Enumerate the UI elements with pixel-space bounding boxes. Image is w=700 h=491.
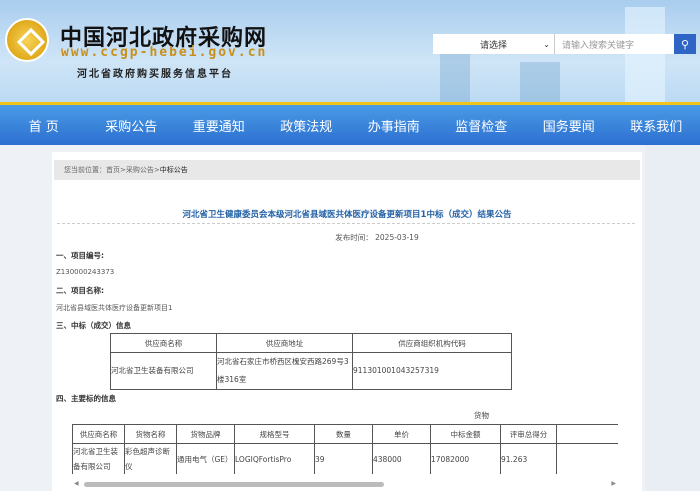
table-cell: 河北省卫生装备有限公司 [72,443,125,474]
nav-home[interactable]: 首 页 [0,105,88,145]
table-row: 河北省卫生装备有限公司 河北省石家庄市桥西区槐安西路269号3楼316室 911… [110,352,512,390]
column-header: 单价 [372,424,431,444]
building-decoration [625,7,665,102]
column-header: 供应商组织机构代码 [352,333,512,353]
goods-label: 货物 [474,411,489,420]
article-title: 河北省卫生健康委员会本级河北省县域医共体医疗设备更新项目1中标（成交）结果公告 [182,210,512,220]
nav-contact[interactable]: 联系我们 [613,105,700,145]
nav-policies[interactable]: 政策法规 [263,105,351,145]
site-logo[interactable] [5,18,49,62]
column-header: 评审总得分 [500,424,557,444]
table-cell: 河北省石家庄市桥西区槐安西路269号3楼316室 [216,352,353,390]
table-cell: 彩色超声诊断仪 [124,443,177,474]
building-decoration [440,52,470,102]
breadcrumb-procurement[interactable]: 采购公告 [126,165,154,175]
site-header: 中国河北政府采购网 www.ccgp-hebei.gov.cn 河北省政府购买服… [0,0,700,102]
nav-guide[interactable]: 办事指南 [350,105,438,145]
table-cell: 17082000 [430,443,501,474]
section-heading: 四、主要标的信息 [56,394,116,403]
project-number: Z130000243373 [56,268,115,276]
column-header [556,424,618,444]
goods-table: 供应商名称 货物名称 货物品牌 规格型号 数量 单价 中标金额 评审总得分 河北… [72,424,618,474]
section-heading: 一、项目编号: [56,251,104,260]
column-header: 供应商名称 [72,424,125,444]
search-icon: ⚲ [680,37,690,51]
column-header: 规格型号 [234,424,315,444]
search-input[interactable]: 请输入搜索关键字 [555,34,674,54]
horizontal-scrollbar[interactable]: ◀ ▶ [72,480,618,488]
divider [57,223,635,224]
chevron-down-icon: ⌄ [543,39,550,49]
table-cell: 911301001043257319 [352,352,512,390]
search-category-select[interactable]: 请选择 ⌄ [433,34,555,54]
breadcrumb-home[interactable]: 首页 [106,165,120,175]
table-cell: 通用电气（GE） [176,443,235,474]
section-heading: 二、项目名称: [56,286,104,295]
section-heading: 三、中标（成交）信息 [56,321,131,330]
goods-table-scroll: 供应商名称 货物名称 货物品牌 规格型号 数量 单价 中标金额 评审总得分 河北… [72,424,618,474]
breadcrumb: 您当前位置： 首页 > 采购公告 > 中标公告 [54,160,640,180]
column-header: 数量 [314,424,373,444]
breadcrumb-label: 您当前位置： [64,166,106,174]
supplier-table: 供应商名称 供应商地址 供应商组织机构代码 河北省卫生装备有限公司 河北省石家庄… [110,333,512,390]
nav-procurement-notices[interactable]: 采购公告 [88,105,176,145]
building-decoration [520,62,560,102]
table-cell: 河北省卫生装备有限公司 [110,352,217,390]
search-bar: 请选择 ⌄ 请输入搜索关键字 ⚲ [433,34,696,54]
column-header: 中标金额 [430,424,501,444]
search-button[interactable]: ⚲ [674,34,696,54]
publish-date: 发布时间： 2025-03-19 [335,233,419,242]
nav-important-notices[interactable]: 重要通知 [175,105,263,145]
site-url: www.ccgp-hebei.gov.cn [61,45,268,60]
side-area [645,145,700,491]
column-header: 货物名称 [124,424,177,444]
column-header: 货物品牌 [176,424,235,444]
scrollbar-thumb[interactable] [84,482,384,487]
select-value: 请选择 [479,40,507,51]
content-panel: 您当前位置： 首页 > 采购公告 > 中标公告 河北省卫生健康委员会本级河北省县… [52,152,642,491]
nav-state-news[interactable]: 国务要闻 [525,105,613,145]
table-cell: 39 [314,443,373,474]
breadcrumb-current: 中标公告 [159,166,188,174]
table-row: 河北省卫生装备有限公司 彩色超声诊断仪 通用电气（GE） LOGIQFortis… [72,443,618,474]
column-header: 供应商地址 [216,333,353,353]
column-header: 供应商名称 [110,333,217,353]
site-subtitle: 河北省政府购买服务信息平台 [77,69,233,80]
table-cell [556,443,618,474]
nav-supervision[interactable]: 监督检查 [438,105,526,145]
table-cell: 91.263 [500,443,557,474]
scroll-left-icon[interactable]: ◀ [74,480,79,487]
main-nav: 首 页 采购公告 重要通知 政策法规 办事指南 监督检查 国务要闻 联系我们 [0,105,700,145]
table-cell: LOGIQFortisPro [234,443,315,474]
project-name: 河北省县域医共体医疗设备更新项目1 [56,304,173,312]
scroll-right-icon[interactable]: ▶ [611,480,616,487]
table-cell: 438000 [372,443,431,474]
